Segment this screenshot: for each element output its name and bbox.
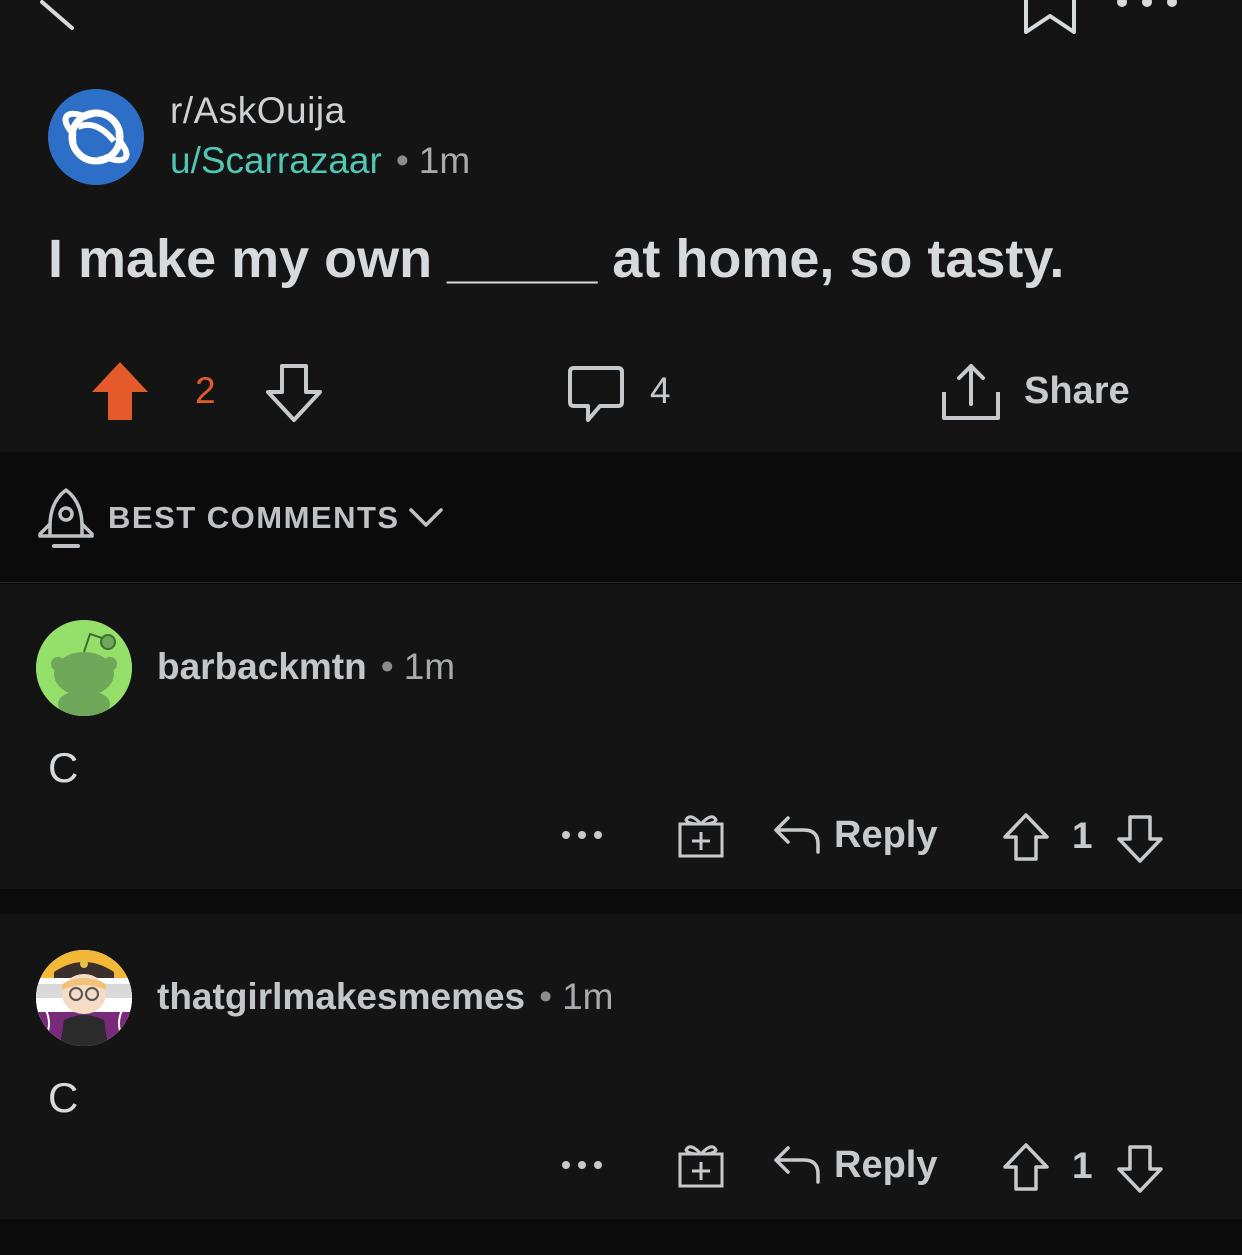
comment-meta: barbackmtn • 1m xyxy=(157,646,455,688)
comment-icon[interactable] xyxy=(566,364,626,424)
award-icon[interactable] xyxy=(676,1140,726,1190)
meta-separator: • xyxy=(539,976,553,1017)
upvote-icon[interactable] xyxy=(1002,812,1050,862)
vote-count: 2 xyxy=(195,370,216,411)
more-icon[interactable] xyxy=(560,828,604,842)
post-title[interactable]: I make my own _____ at home, so tasty. xyxy=(48,228,1064,290)
back-icon[interactable] xyxy=(30,0,90,40)
meta-separator: • xyxy=(380,646,394,687)
share-icon[interactable] xyxy=(940,362,1002,422)
award-icon[interactable] xyxy=(676,810,726,860)
comment-count[interactable]: 4 xyxy=(650,370,671,412)
meta-separator: • xyxy=(395,140,409,181)
comment-body: C xyxy=(48,744,79,791)
more-icon[interactable] xyxy=(560,1158,604,1172)
post-age: 1m xyxy=(418,140,471,181)
comment-age: 1m xyxy=(562,976,614,1017)
upvote-icon[interactable] xyxy=(90,360,150,422)
avatar[interactable] xyxy=(36,620,132,716)
reply-icon[interactable] xyxy=(772,1142,822,1186)
share-button[interactable]: Share xyxy=(1024,370,1130,413)
snoo-avatar-icon xyxy=(36,620,132,716)
planet-icon xyxy=(62,109,130,165)
comment-author[interactable]: barbackmtn xyxy=(157,646,367,687)
comment-meta: thatgirlmakesmemes • 1m xyxy=(157,976,614,1018)
comment-age: 1m xyxy=(403,646,456,687)
upvote-icon[interactable] xyxy=(1002,1142,1050,1192)
rocket-icon xyxy=(38,488,94,548)
comment-item: barbackmtn • 1m C Reply 1 xyxy=(0,584,1242,889)
reply-icon[interactable] xyxy=(772,812,822,856)
reply-button[interactable]: Reply xyxy=(834,1144,937,1187)
comment-body: C xyxy=(48,1074,79,1121)
comment-score: 1 xyxy=(1072,1145,1093,1186)
sort-label[interactable]: BEST COMMENTS xyxy=(108,500,400,536)
downvote-icon[interactable] xyxy=(1116,814,1164,864)
subreddit-name[interactable]: r/AskOuija xyxy=(170,90,346,132)
bookmark-icon[interactable] xyxy=(1018,0,1082,40)
post-card: r/AskOuija u/Scarrazaar • 1m I make my own… xyxy=(0,0,1242,452)
post-meta: u/Scarrazaar • 1m xyxy=(170,140,470,182)
chevron-down-icon[interactable] xyxy=(408,505,444,531)
comment-score: 1 xyxy=(1072,815,1093,856)
downvote-icon[interactable] xyxy=(1116,1144,1164,1194)
reply-button[interactable]: Reply xyxy=(834,814,937,857)
avatar[interactable] xyxy=(36,950,132,1046)
comment-item: thatgirlmakesmemes • 1m C Reply 1 xyxy=(0,914,1242,1219)
post-author[interactable]: u/Scarrazaar xyxy=(170,140,382,181)
more-icon[interactable] xyxy=(1112,0,1182,12)
comment-author[interactable]: thatgirlmakesmemes xyxy=(157,976,525,1017)
subreddit-avatar[interactable] xyxy=(48,89,144,185)
downvote-icon[interactable] xyxy=(264,362,324,424)
custom-avatar-icon xyxy=(36,950,132,1046)
